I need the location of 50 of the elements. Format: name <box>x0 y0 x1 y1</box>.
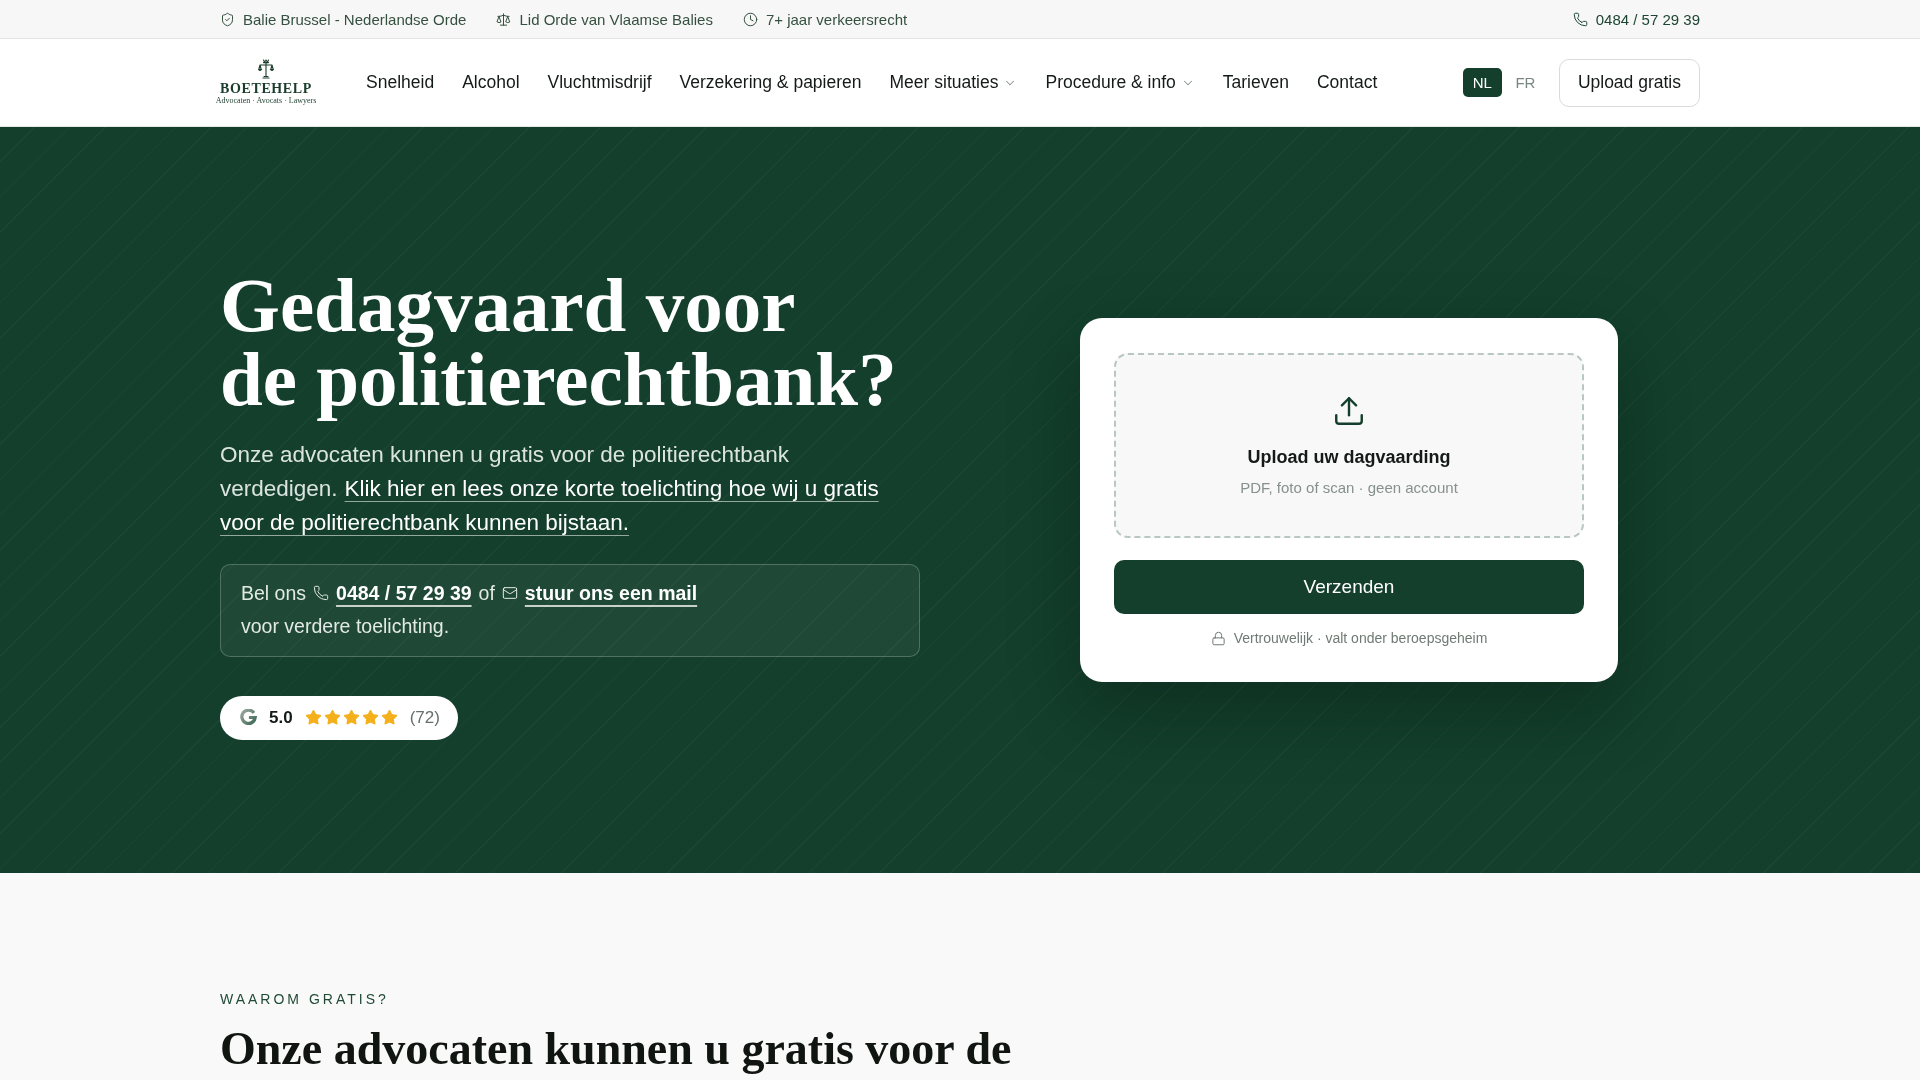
rating-score: 5.0 <box>269 707 293 728</box>
scales-emblem-icon <box>258 59 274 79</box>
nav-link[interactable]: Verzekering & papieren <box>679 72 862 93</box>
credential-text: Lid Orde van Vlaamse Balies <box>519 10 713 28</box>
intro-text: Onze advocaten kunnen u gratis voor de politierechtbank <box>220 440 790 469</box>
phone-link[interactable]: 0484 / 57 29 39 <box>336 576 472 610</box>
nav-menu[interactable]: Procedure & info <box>1045 72 1195 93</box>
submit-button[interactable]: Verzenden <box>1114 560 1584 614</box>
scales-icon <box>496 11 512 27</box>
section-eyebrow: WAAROM GRATIS? <box>220 990 389 1009</box>
nav-menu[interactable]: Meer situaties <box>889 72 1018 93</box>
upload-dropzone[interactable]: Upload uw dagvaarding PDF, foto of scan · geen account <box>1114 353 1584 538</box>
clock-icon <box>742 11 758 27</box>
contact-text: of <box>478 580 495 606</box>
brand-name[interactable]: BOETEHELP <box>220 81 312 96</box>
star-icon <box>361 709 379 726</box>
dropzone-hint: PDF, foto of scan · geen account <box>1240 477 1458 498</box>
nav-link[interactable]: Contact <box>1316 72 1378 93</box>
phone-icon <box>313 585 330 601</box>
contact-text: Bel ons <box>241 580 307 606</box>
intro-text: verdedigen. <box>220 474 338 503</box>
explanation-link[interactable]: voor de politierechtbank kunnen bijstaan. <box>220 505 630 540</box>
lock-icon <box>1210 630 1226 646</box>
nav-link[interactable]: Alcohol <box>462 72 520 93</box>
g-logo-icon <box>240 709 257 726</box>
star-icon <box>342 709 360 726</box>
nav-link[interactable]: Tarieven <box>1222 72 1289 93</box>
section-heading: Onze advocaten kunnen u gratis voor de <box>220 1023 1012 1075</box>
phone-icon <box>1572 11 1588 27</box>
nav-link[interactable]: Snelheid <box>366 72 435 93</box>
review-count: (72) <box>409 707 440 728</box>
brand-tagline: Advocaten · Avocats · Lawyers <box>215 96 317 106</box>
privacy-note: Vertrouwelijk · valt onder beroepsgeheim <box>1233 629 1488 648</box>
credential-text: 7+ jaar verkeersrecht <box>765 10 908 28</box>
hero-heading: Gedagvaard voor de politierechtbank? <box>220 260 897 424</box>
phone-link[interactable]: 0484 / 57 29 39 <box>1572 10 1700 28</box>
explanation-link[interactable]: Klik hier en lees onze korte toelichting hoe wij u gratis <box>344 471 879 506</box>
language-toggle[interactable]: FR <box>1505 68 1545 97</box>
shield-check-icon <box>220 11 235 27</box>
language-toggle[interactable]: NL <box>1462 68 1502 97</box>
upload-button[interactable]: Upload gratis <box>1558 58 1700 107</box>
mail-icon <box>501 585 518 601</box>
star-icon <box>323 709 341 726</box>
credential-text: Balie Brussel - Nederlandse Orde <box>243 10 467 28</box>
dropzone-title: Upload uw dagvaarding <box>1247 445 1451 469</box>
star-icon <box>304 709 322 726</box>
contact-text: voor verdere toelichting. <box>241 613 450 639</box>
nav-link[interactable]: Vluchtmisdrijf <box>547 72 652 93</box>
mail-link[interactable]: stuur ons een mail <box>524 576 698 610</box>
star-icon <box>380 709 398 726</box>
